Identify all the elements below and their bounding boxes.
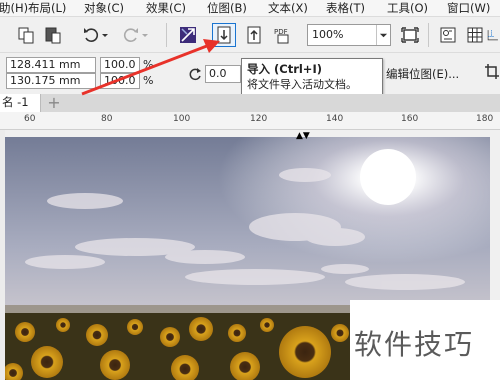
selection-handle[interactable]: ▲▼ xyxy=(296,131,310,141)
scale-y-field[interactable]: 100.0 xyxy=(100,73,140,89)
ruler-label: 120 xyxy=(250,114,268,124)
edit-bitmap-button[interactable]: 编辑位图(E)... xyxy=(386,66,459,82)
menu-table[interactable]: 表格(T) xyxy=(326,1,365,16)
scale-x-unit: % xyxy=(143,58,154,71)
undo-dropdown[interactable] xyxy=(99,23,111,47)
redo-icon xyxy=(123,28,138,42)
zoom-value: 100% xyxy=(312,28,344,41)
import-button[interactable] xyxy=(212,23,236,47)
menu-text[interactable]: 文本(X) xyxy=(268,1,308,16)
rotate-icon xyxy=(189,68,201,81)
document-tab[interactable]: 名 -1 xyxy=(0,94,41,112)
export-icon xyxy=(247,26,261,44)
undo-icon xyxy=(84,28,99,42)
export-pdf-button[interactable]: PDF xyxy=(271,23,295,47)
menu-object[interactable]: 对象(C) xyxy=(84,1,124,16)
pdf-icon: PDF xyxy=(274,28,289,44)
publish-button[interactable] xyxy=(176,23,200,47)
tooltip-description: 将文件导入活动文档。 xyxy=(247,78,357,91)
options-button[interactable] xyxy=(436,23,460,47)
chevron-down-icon xyxy=(102,34,108,37)
guidelines-button[interactable] xyxy=(486,23,500,47)
menu-window[interactable]: 窗口(W) xyxy=(447,1,490,16)
ruler-label: 180 xyxy=(476,114,494,124)
grid-button[interactable] xyxy=(463,23,487,47)
toolbar-separator xyxy=(428,23,429,47)
menu-bitmaps[interactable]: 位图(B) xyxy=(207,1,247,16)
fullscreen-button[interactable] xyxy=(398,23,422,47)
menu-help[interactable]: 助(H) xyxy=(0,1,28,16)
grid-icon xyxy=(467,27,483,43)
ruler-label: 60 xyxy=(24,114,36,124)
rotation-field[interactable]: 0.0 xyxy=(205,65,241,83)
ruler-label: 140 xyxy=(326,114,344,124)
ruler-label: 80 xyxy=(101,114,113,124)
guidelines-icon xyxy=(487,30,498,41)
scale-y-unit: % xyxy=(143,74,154,87)
height-field[interactable]: 130.175 mm xyxy=(6,73,96,89)
chevron-down-icon[interactable] xyxy=(376,25,390,45)
redo-dropdown[interactable] xyxy=(139,23,151,47)
paste-button[interactable] xyxy=(41,23,65,47)
export-button[interactable] xyxy=(242,23,266,47)
copy-icon xyxy=(18,27,34,44)
scale-x-field[interactable]: 100.0 xyxy=(100,57,140,73)
ruler-label: 100 xyxy=(173,114,191,124)
import-tooltip: 导入 (Ctrl+I) 将文件导入活动文档。 xyxy=(241,58,383,97)
menu-tools[interactable]: 工具(O) xyxy=(387,1,428,16)
copy-button[interactable] xyxy=(14,23,38,47)
options-icon xyxy=(440,27,456,43)
horizontal-ruler[interactable]: 60 80 100 120 140 160 180 xyxy=(0,112,500,130)
document-tab-bar: 名 -1 + xyxy=(0,94,500,112)
width-field[interactable]: 128.411 mm xyxy=(6,57,96,73)
standard-toolbar: PDF xyxy=(0,17,500,53)
fullscreen-icon xyxy=(401,27,419,43)
menu-effects[interactable]: 效果(C) xyxy=(146,1,186,16)
tooltip-title: 导入 (Ctrl+I) xyxy=(247,62,322,76)
toolbar-separator xyxy=(166,23,167,47)
chevron-down-icon xyxy=(142,34,148,37)
watermark-text: 软件技巧 xyxy=(354,328,475,361)
menu-bar: 助(H) 布局(L) 对象(C) 效果(C) 位图(B) 文本(X) 表格(T)… xyxy=(0,0,500,17)
menu-layout[interactable]: 布局(L) xyxy=(28,1,66,16)
ruler-label: 160 xyxy=(401,114,419,124)
crop-icon[interactable] xyxy=(484,63,500,81)
add-document-button[interactable]: + xyxy=(46,95,62,111)
zoom-level-select[interactable]: 100% xyxy=(307,24,391,46)
import-icon xyxy=(217,26,231,44)
paste-icon xyxy=(45,27,61,44)
publish-icon xyxy=(180,27,196,43)
